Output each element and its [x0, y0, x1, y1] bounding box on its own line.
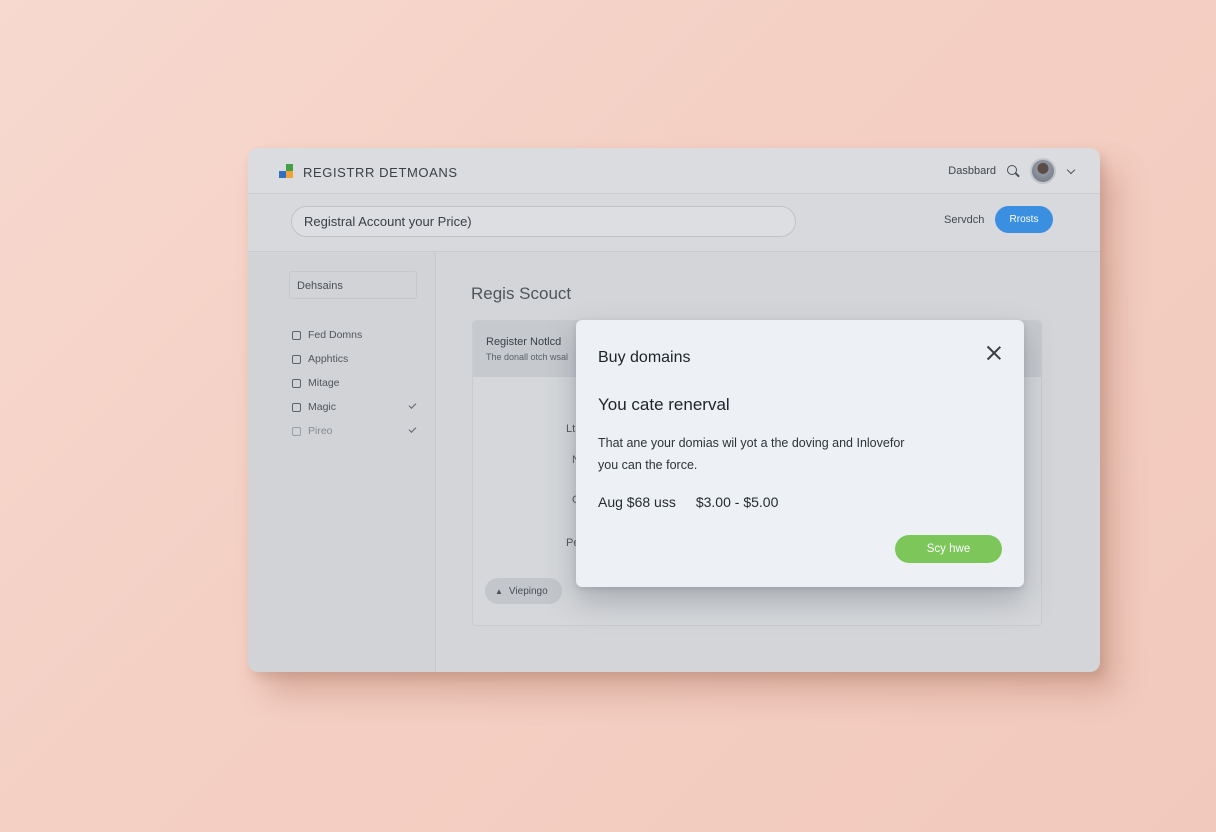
- sidebar: Dehsains Fed Domns Apphtics Mitage Magic: [248, 253, 436, 672]
- card-title: Register Notlcd: [486, 336, 562, 348]
- top-bar: REGISTRR DETMOANS Dasbbard: [248, 148, 1100, 194]
- bag-icon: [292, 402, 301, 412]
- nav-dashboard-link[interactable]: Dasbbard: [948, 165, 996, 177]
- avatar[interactable]: [1030, 158, 1056, 184]
- chip-label: Viepingo: [508, 585, 548, 597]
- wand-icon: [292, 378, 301, 388]
- sidebar-item-label: Apphtics: [308, 353, 349, 365]
- sidebar-heading[interactable]: Dehsains: [289, 271, 417, 299]
- description-line: you can the force.: [598, 458, 698, 472]
- primary-button[interactable]: Rrosts: [995, 206, 1053, 233]
- page-title: Regis Scouct: [471, 284, 572, 303]
- modal-title: Buy domains: [598, 349, 691, 366]
- check-icon: [408, 425, 417, 433]
- chevron-down-icon[interactable]: [1066, 165, 1076, 174]
- price-average: Aug $68 uss: [598, 494, 676, 510]
- viewing-chip[interactable]: ▲ Viepingo: [485, 578, 562, 604]
- card-subtitle: The donall otch wsal: [486, 352, 569, 362]
- sidebar-item-label: Fed Domns: [308, 329, 363, 341]
- sidebar-list: Fed Domns Apphtics Mitage Magic Pireo: [292, 323, 418, 443]
- check-icon: [408, 401, 417, 409]
- logo-icon: [279, 164, 293, 178]
- sidebar-item-fed-domns[interactable]: Fed Domns: [292, 323, 418, 347]
- modal-description: That ane your domias wil yot a the dovin…: [598, 432, 928, 476]
- price-row: Aug $68 uss $3.00 - $5.00: [598, 494, 778, 510]
- top-right-controls: Dasbbard: [948, 158, 1076, 184]
- close-icon[interactable]: [986, 345, 1002, 361]
- phone-icon: [292, 426, 301, 436]
- brand-name: REGISTRR DETMOANS: [303, 165, 458, 180]
- buy-domains-modal: Buy domains You cate renerval That ane y…: [576, 320, 1024, 587]
- grid-icon: [292, 330, 301, 340]
- modal-heading: You cate renerval: [598, 395, 730, 414]
- sidebar-item-label: Magic: [308, 401, 337, 413]
- cta-button[interactable]: Scy hwe: [895, 535, 1002, 563]
- app-icon: [292, 354, 301, 364]
- sidebar-item-label: Mitage: [308, 377, 340, 389]
- search-link[interactable]: Servdch: [944, 214, 984, 226]
- sidebar-item-apphtics[interactable]: Apphtics: [292, 347, 418, 371]
- sidebar-item-pireo[interactable]: Pireo: [292, 419, 418, 443]
- search-bar-row: Servdch Rrosts: [248, 194, 1100, 252]
- field-label: Lt: [566, 423, 576, 435]
- price-range: $3.00 - $5.00: [695, 494, 779, 510]
- sidebar-item-magic[interactable]: Magic: [292, 395, 418, 419]
- sidebar-item-mitage[interactable]: Mitage: [292, 371, 418, 395]
- triangle-icon: ▲: [495, 586, 503, 596]
- search-icon[interactable]: [1006, 164, 1020, 178]
- sidebar-item-label: Pireo: [308, 425, 333, 437]
- description-line: That ane your domias wil yot a the dovin…: [598, 436, 905, 450]
- account-search-input[interactable]: [291, 206, 796, 237]
